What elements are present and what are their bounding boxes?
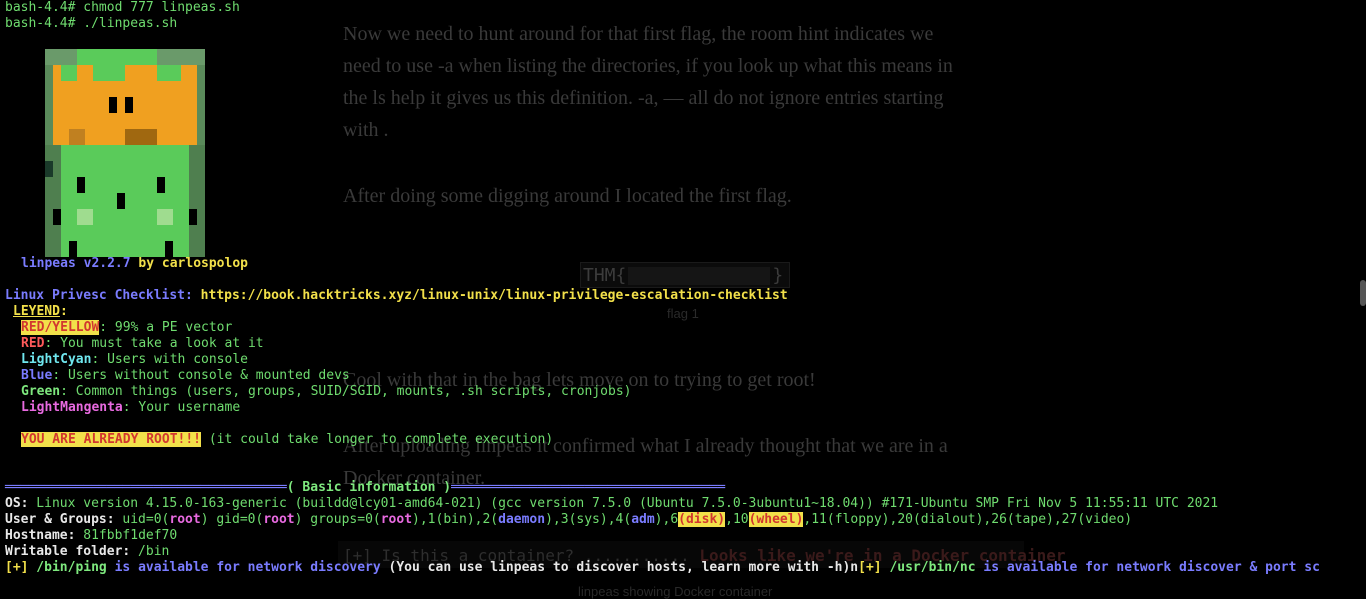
section-header: ════════════════════════════════════( Ba… <box>5 480 726 495</box>
root-warning: YOU ARE ALREADY ROOT!!! (it could take l… <box>21 432 554 447</box>
article-line: the ls help it gives us this definition.… <box>343 87 944 109</box>
flag-prefix: THM{ <box>583 265 627 286</box>
legend-green: Green: Common things (users, groups, SUI… <box>21 384 632 399</box>
article-line: need to use -a when listing the director… <box>343 55 953 77</box>
linpeas-logo-icon <box>45 49 205 257</box>
linpeas-version: linpeas v2.2.7 by carlospolop <box>21 256 248 271</box>
article-line: Now we need to hunt around for that firs… <box>343 23 934 45</box>
hostname-line: Hostname: 81fbbf1def70 <box>5 528 178 543</box>
command-line-1: bash-4.4# chmod 777 linpeas.sh <box>5 0 240 15</box>
command-line-2: bash-4.4# ./linpeas.sh <box>5 16 178 31</box>
legend-magenta: LightMangenta: Your username <box>21 400 241 415</box>
article-line: with . <box>343 119 389 141</box>
flag-caption: flag 1 <box>667 306 699 321</box>
flag-image: THM{} <box>580 262 790 288</box>
container-caption: linpeas showing Docker container <box>578 584 773 599</box>
legend-red: RED: You must take a look at it <box>21 336 264 351</box>
os-line: OS: Linux version 4.15.0-163-generic (bu… <box>5 496 1219 511</box>
article-paragraph-1: Now we need to hunt around for that firs… <box>343 18 1023 146</box>
legend-red-yellow: RED/YELLOW: 99% a PE vector <box>21 320 233 335</box>
checklist-line: Linux Privesc Checklist: https://book.ha… <box>5 288 788 303</box>
legend-cyan: LightCyan: Users with console <box>21 352 248 367</box>
flag-suffix: } <box>772 265 784 286</box>
article-paragraph-2: After doing some digging around I locate… <box>343 185 792 207</box>
page-scrollbar[interactable] <box>1360 280 1366 306</box>
legend-title: LEYEND: <box>13 304 68 319</box>
writable-folder-line: Writable folder: /bin <box>5 544 170 559</box>
network-discovery-line: [+] /bin/ping is available for network d… <box>5 560 1320 575</box>
legend-blue: Blue: Users without console & mounted de… <box>21 368 350 383</box>
user-groups-line: User & Groups: uid=0(root) gid=0(root) g… <box>5 512 1133 527</box>
flag-redacted <box>628 267 771 285</box>
